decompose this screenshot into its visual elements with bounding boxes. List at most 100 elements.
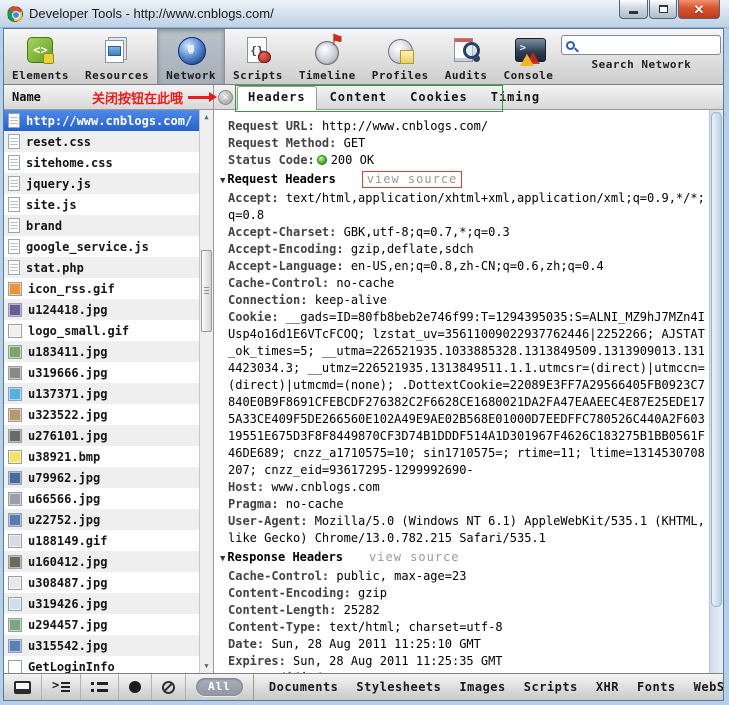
filter-documents-button[interactable]: Documents xyxy=(269,680,339,694)
title-bar: Developer Tools - http://www.cnblogs.com… xyxy=(0,0,729,28)
main-scrollbar-thumb[interactable] xyxy=(711,112,722,608)
filter-scripts-button[interactable]: Scripts xyxy=(524,680,578,694)
image-thumbnail-icon xyxy=(8,323,22,338)
status-code-line: Status Code: 200 OK xyxy=(220,152,707,169)
toolbar-item-elements[interactable]: Elements xyxy=(4,29,77,84)
toolbar-item-network[interactable]: Network xyxy=(157,29,225,84)
resource-row[interactable]: http://www.cnblogs.com/ xyxy=(4,110,199,131)
tab-content[interactable]: Content xyxy=(320,87,398,109)
maximize-button[interactable] xyxy=(649,0,677,19)
response-headers-section-title[interactable]: ▼ Response Headers view source xyxy=(220,548,707,568)
header-name: Accept-Charset: xyxy=(228,225,337,239)
resource-row[interactable]: u79962.jpg xyxy=(4,467,199,488)
resource-row[interactable]: logo_small.gif xyxy=(4,320,199,341)
resource-name: u188149.gif xyxy=(28,533,108,548)
document-icon xyxy=(8,134,20,149)
image-thumbnail-icon xyxy=(8,470,22,485)
toolbar-item-resources[interactable]: Resources xyxy=(77,29,157,84)
panel-header: Name 关闭按钮在此哦 ✕ Headers Content Cookies Timi… xyxy=(4,85,723,112)
header-line: Content-Length: 25282 xyxy=(220,602,707,619)
resource-row[interactable]: stat.php xyxy=(4,257,199,278)
resource-row[interactable]: u308487.jpg xyxy=(4,572,199,593)
toolbar-item-label: Elements xyxy=(12,69,69,82)
close-button[interactable]: ✕ xyxy=(678,0,720,19)
resource-name: u276101.jpg xyxy=(28,428,108,443)
record-button[interactable] xyxy=(119,674,152,700)
main-scrollbar[interactable] xyxy=(709,110,723,673)
tab-timing[interactable]: Timing xyxy=(481,87,550,109)
console-drawer-button[interactable] xyxy=(42,674,81,700)
scroll-up-arrow-icon[interactable]: ▲ xyxy=(200,110,213,124)
request-method-line: Request Method: GET xyxy=(220,135,707,152)
resource-row[interactable]: google_service.js xyxy=(4,236,199,257)
response-view-source-link[interactable]: view source xyxy=(369,550,459,564)
document-icon xyxy=(8,113,20,128)
resource-name: GetLoginInfo xyxy=(28,659,115,674)
tab-cookies[interactable]: Cookies xyxy=(400,87,478,109)
image-thumbnail-icon xyxy=(8,554,22,569)
resource-row[interactable]: site.js xyxy=(4,194,199,215)
header-line: Date: Sun, 28 Aug 2011 11:25:10 GMT xyxy=(220,636,707,653)
filter-images-button[interactable]: Images xyxy=(459,680,505,694)
resource-row[interactable]: u319666.jpg xyxy=(4,362,199,383)
resource-row[interactable]: u276101.jpg xyxy=(4,425,199,446)
resource-row[interactable]: u294457.jpg xyxy=(4,614,199,635)
header-name: Cache-Control: xyxy=(228,569,330,583)
scroll-down-arrow-icon[interactable]: ▼ xyxy=(200,659,213,673)
resource-row[interactable]: jquery.js xyxy=(4,173,199,194)
resource-row[interactable]: u66566.jpg xyxy=(4,488,199,509)
record-icon xyxy=(129,681,141,693)
resource-row[interactable]: sitehome.css xyxy=(4,152,199,173)
resource-row[interactable]: u160412.jpg xyxy=(4,551,199,572)
resource-row[interactable]: u124418.jpg xyxy=(4,299,199,320)
resource-row[interactable]: u137371.jpg xyxy=(4,383,199,404)
toolbar-item-console[interactable]: Console xyxy=(496,29,562,84)
header-line: Accept: text/html,application/xhtml+xml,… xyxy=(220,190,707,224)
header-value: Sun, 28 Aug 2011 11:25:35 GMT xyxy=(285,654,503,668)
resource-row[interactable]: u38921.bmp xyxy=(4,446,199,467)
sidebar-scrollbar-thumb[interactable] xyxy=(201,250,212,332)
filter-stylesheets-button[interactable]: Stylesheets xyxy=(356,680,441,694)
resource-name: stat.php xyxy=(26,260,84,275)
clear-button[interactable] xyxy=(152,674,186,700)
request-headers-section-title[interactable]: ▼ Request Headers view source xyxy=(220,170,707,190)
filter-websockets-button[interactable]: WebSockets xyxy=(694,680,723,694)
resource-name: sitehome.css xyxy=(26,155,113,170)
document-icon xyxy=(8,260,20,275)
toolbar-item-timeline[interactable]: Timeline xyxy=(291,29,364,84)
resource-row[interactable]: icon_rss.gif xyxy=(4,278,199,299)
search-box[interactable] xyxy=(561,35,722,55)
filter-fonts-button[interactable]: Fonts xyxy=(637,680,676,694)
resource-row[interactable]: reset.css xyxy=(4,131,199,152)
panel-close-button[interactable]: ✕ xyxy=(218,90,233,105)
resource-row[interactable]: u319426.jpg xyxy=(4,593,199,614)
filter-all-button[interactable]: All xyxy=(196,678,243,696)
resource-row[interactable]: u315542.jpg xyxy=(4,635,199,656)
filter-xhr-button[interactable]: XHR xyxy=(596,680,619,694)
blank-file-icon xyxy=(8,659,22,673)
header-name: Content-Encoding: xyxy=(228,586,351,600)
minimize-button[interactable] xyxy=(619,0,648,19)
list-view-button[interactable] xyxy=(81,674,119,700)
resource-row[interactable]: u188149.gif xyxy=(4,530,199,551)
toolbar-item-scripts[interactable]: Scripts xyxy=(225,29,291,84)
resource-row[interactable]: u323522.jpg xyxy=(4,404,199,425)
resource-row[interactable]: u22752.jpg xyxy=(4,509,199,530)
toolbar-item-profiles[interactable]: Profiles xyxy=(364,29,437,84)
toolbar-item-audits[interactable]: Audits xyxy=(437,29,496,84)
resource-row[interactable]: u183411.jpg xyxy=(4,341,199,362)
elements-icon xyxy=(24,34,56,66)
search-input[interactable] xyxy=(575,37,717,53)
tab-headers[interactable]: Headers xyxy=(237,86,317,110)
image-thumbnail-icon xyxy=(8,533,22,548)
sidebar-scrollbar[interactable]: ▲ ▼ xyxy=(199,110,213,673)
resource-row[interactable]: GetLoginInfo xyxy=(4,656,199,673)
request-view-source-link[interactable]: view source xyxy=(361,171,463,188)
resource-row[interactable]: brand xyxy=(4,215,199,236)
red-arrow-icon xyxy=(188,91,217,102)
header-value: public, max-age=23 xyxy=(329,569,467,583)
image-thumbnail-icon xyxy=(8,281,22,296)
dock-button[interactable] xyxy=(4,674,42,700)
resource-name: u38921.bmp xyxy=(28,449,101,464)
toolbar-item-label: Resources xyxy=(84,69,150,82)
